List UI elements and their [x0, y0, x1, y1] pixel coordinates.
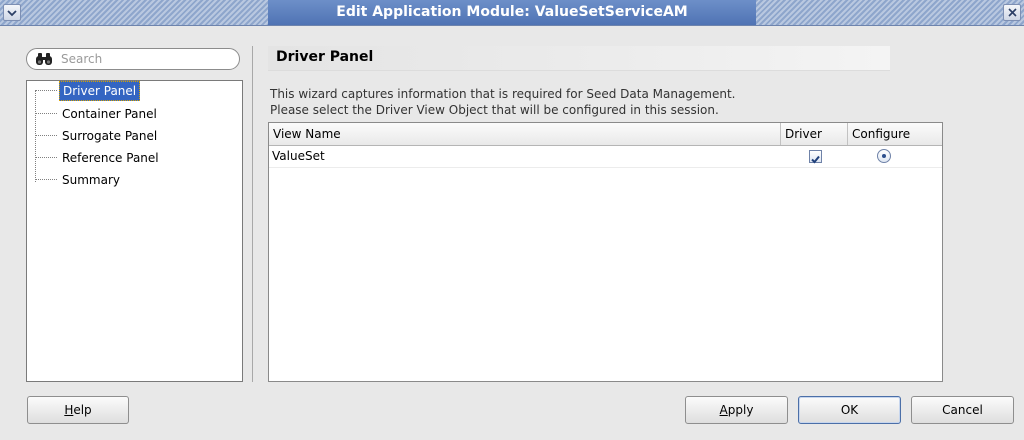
close-icon [1007, 8, 1017, 17]
column-header-view-name[interactable]: View Name [269, 123, 781, 145]
nav-item-label: Reference Panel [62, 151, 159, 165]
table-row[interactable]: ValueSet [269, 146, 942, 168]
cell-configure [848, 146, 942, 167]
search-input[interactable] [61, 51, 231, 67]
tree-connector [35, 157, 57, 159]
title-bar: Edit Application Module: ValueSetService… [0, 0, 1024, 26]
checkmark-icon [811, 155, 820, 164]
cancel-button[interactable]: Cancel [911, 396, 1014, 424]
nav-item-label: Driver Panel [59, 81, 141, 101]
nav-item-driver-panel[interactable]: Driver Panel [27, 81, 141, 101]
panel-description-line2: Please select the Driver View Object tha… [270, 103, 719, 117]
panel-header: Driver Panel [268, 46, 890, 71]
driver-checkbox[interactable] [809, 150, 822, 164]
tree-connector [35, 179, 57, 181]
help-button[interactable]: Help [27, 396, 129, 424]
column-header-driver[interactable]: Driver [781, 123, 848, 145]
binoculars-icon [36, 53, 52, 65]
nav-item-label: Container Panel [62, 107, 157, 121]
nav-item-surrogate-panel[interactable]: Surrogate Panel [27, 126, 160, 146]
panel-description-line1: This wizard captures information that is… [270, 87, 736, 101]
tree-connector [35, 113, 57, 115]
nav-item-label: Surrogate Panel [62, 129, 158, 143]
panel-divider[interactable] [252, 46, 253, 382]
cell-view-name: ValueSet [272, 149, 325, 163]
table-header: View Name Driver Configure [269, 123, 942, 146]
apply-mnemonic: A [719, 403, 728, 417]
configure-radio[interactable] [877, 149, 891, 163]
search-box[interactable] [26, 48, 240, 70]
nav-item-container-panel[interactable]: Container Panel [27, 104, 160, 124]
nav-item-reference-panel[interactable]: Reference Panel [27, 148, 162, 168]
column-header-configure[interactable]: Configure [848, 123, 942, 145]
nav-item-summary[interactable]: Summary [27, 170, 123, 190]
help-label-rest: elp [73, 403, 92, 417]
help-mnemonic: H [64, 403, 74, 417]
wizard-nav-tree: Driver Panel Container Panel Surrogate P… [26, 80, 243, 382]
window-menu-button[interactable] [3, 4, 21, 21]
view-objects-table: View Name Driver Configure ValueSet [268, 122, 943, 382]
apply-button[interactable]: Apply [685, 396, 788, 424]
cell-driver [781, 146, 848, 167]
panel-title: Driver Panel [276, 49, 374, 65]
tree-connector [35, 135, 57, 137]
chevron-down-icon [7, 9, 17, 16]
window-close-button[interactable] [1003, 4, 1021, 21]
ok-button[interactable]: OK [798, 396, 901, 424]
window-title: Edit Application Module: ValueSetService… [336, 4, 688, 20]
nav-item-label: Summary [62, 173, 120, 187]
tree-connector [35, 90, 57, 92]
apply-label-rest: pply [727, 403, 754, 417]
